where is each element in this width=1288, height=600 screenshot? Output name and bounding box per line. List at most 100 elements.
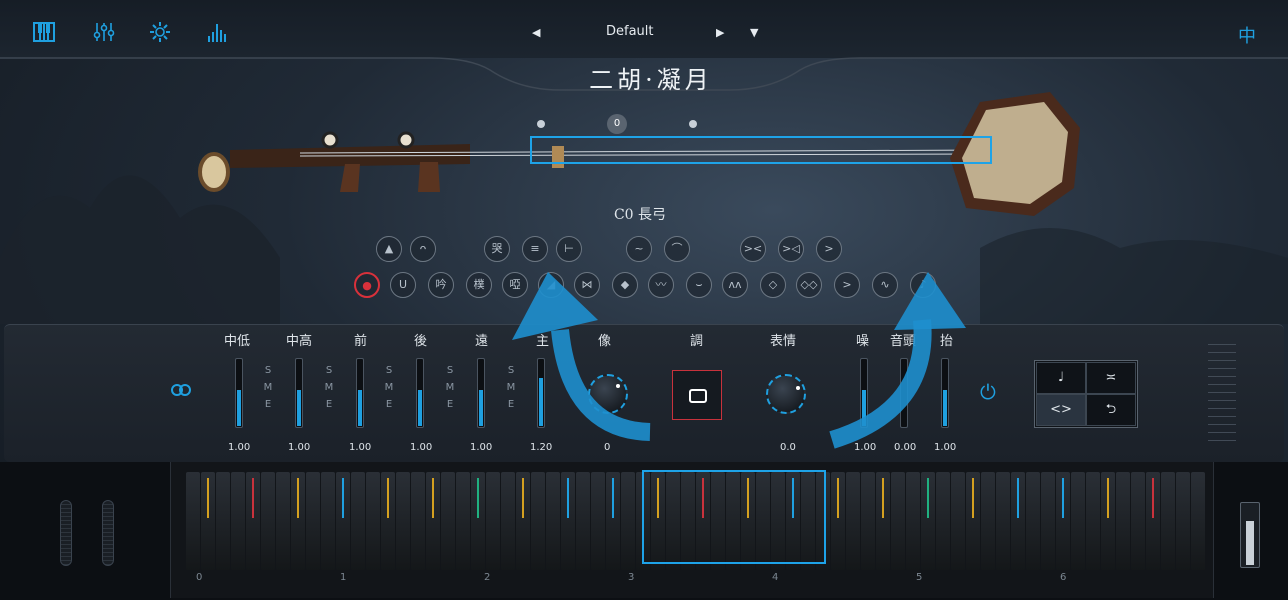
- piano-key[interactable]: [1071, 472, 1085, 570]
- sme-buttons-mid-high[interactable]: SME: [323, 362, 335, 413]
- mixer-icon[interactable]: [92, 20, 116, 44]
- preset-next-button[interactable]: ▶: [716, 26, 724, 39]
- piano-key[interactable]: [531, 472, 545, 570]
- art-short-button[interactable]: ◢: [538, 272, 564, 298]
- octave-dot-left[interactable]: [537, 120, 545, 128]
- piano-key[interactable]: [576, 472, 590, 570]
- piano-key[interactable]: [891, 472, 905, 570]
- piano-key[interactable]: [231, 472, 245, 570]
- piano-key[interactable]: [906, 472, 920, 570]
- art-tremolo-button[interactable]: ≡: [522, 236, 548, 262]
- piano-key[interactable]: [456, 472, 470, 570]
- piano-key[interactable]: [951, 472, 965, 570]
- e-button[interactable]: E: [383, 396, 395, 413]
- e-button[interactable]: E: [262, 396, 274, 413]
- piano-key[interactable]: [1161, 472, 1175, 570]
- piano-key[interactable]: [216, 472, 230, 570]
- fader-back[interactable]: [416, 358, 424, 428]
- e-button[interactable]: E: [444, 396, 456, 413]
- repeat-mode-button[interactable]: ⮌: [1086, 394, 1136, 426]
- art-dyn-button[interactable]: ◇: [760, 272, 786, 298]
- fader-noise[interactable]: [860, 358, 868, 428]
- art-stop-button[interactable]: ⊢: [556, 236, 582, 262]
- s-button[interactable]: S: [323, 362, 335, 379]
- piano-key[interactable]: [621, 472, 635, 570]
- piano-key[interactable]: [186, 472, 200, 570]
- art-turn-button[interactable]: U: [390, 272, 416, 298]
- m-button[interactable]: M: [383, 379, 395, 396]
- piano-key[interactable]: [591, 472, 605, 570]
- m-button[interactable]: M: [323, 379, 335, 396]
- art-grace-button[interactable]: ♪: [910, 272, 936, 298]
- fader-mid-low[interactable]: [235, 358, 243, 428]
- fader-mid-high[interactable]: [295, 358, 303, 428]
- e-button[interactable]: E: [505, 396, 517, 413]
- s-button[interactable]: S: [262, 362, 274, 379]
- fader-main[interactable]: [537, 358, 545, 428]
- art-swell-button[interactable]: >◁: [778, 236, 804, 262]
- art-vib-button[interactable]: 〰: [648, 272, 674, 298]
- art-cry-button[interactable]: 哭: [484, 236, 510, 262]
- art-trill-button[interactable]: ◆: [612, 272, 638, 298]
- piano-key[interactable]: [411, 472, 425, 570]
- sustain-pedal[interactable]: [1240, 502, 1260, 568]
- sme-buttons-far[interactable]: SME: [505, 362, 517, 413]
- octave-shift-indicator[interactable]: 0: [607, 114, 627, 134]
- art-mute-button[interactable]: 啞: [502, 272, 528, 298]
- piano-key[interactable]: [396, 472, 410, 570]
- piano-key[interactable]: [351, 472, 365, 570]
- fader-far[interactable]: [477, 358, 485, 428]
- art-cresc-button[interactable]: ><: [740, 236, 766, 262]
- expression-knob[interactable]: [766, 374, 806, 414]
- e-button[interactable]: E: [323, 396, 335, 413]
- m-button[interactable]: M: [505, 379, 517, 396]
- art-slide-down-button[interactable]: ~: [626, 236, 652, 262]
- art-up-button[interactable]: ▲: [376, 236, 402, 262]
- art-decresc-button[interactable]: >: [834, 272, 860, 298]
- s-button[interactable]: S: [505, 362, 517, 379]
- string-range-selection[interactable]: [530, 136, 992, 164]
- fader-front[interactable]: [356, 358, 364, 428]
- art-slide-up-button[interactable]: ⌒: [664, 236, 690, 262]
- sme-buttons-mid-low[interactable]: SME: [262, 362, 274, 413]
- playable-range-selection[interactable]: [642, 470, 826, 564]
- art-sing-button[interactable]: 吟: [428, 272, 454, 298]
- piano-key[interactable]: [1041, 472, 1055, 570]
- piano-key[interactable]: [366, 472, 380, 570]
- dynamic-mode-button[interactable]: <>: [1036, 394, 1086, 426]
- fader-lift[interactable]: [941, 358, 949, 428]
- piano-key[interactable]: [441, 472, 455, 570]
- power-icon[interactable]: ⏻: [980, 380, 996, 404]
- piano-key[interactable]: [321, 472, 335, 570]
- image-knob[interactable]: [588, 374, 628, 414]
- octave-dot-right[interactable]: [689, 120, 697, 128]
- s-button[interactable]: S: [383, 362, 395, 379]
- art-record-button[interactable]: ●: [354, 272, 380, 298]
- piano-key[interactable]: [276, 472, 290, 570]
- piano-key[interactable]: [501, 472, 515, 570]
- mod-wheel[interactable]: [102, 500, 114, 566]
- art-dip-button[interactable]: ⌣: [686, 272, 712, 298]
- art-bound-button[interactable]: ⋈: [574, 272, 600, 298]
- preset-prev-button[interactable]: ◀: [532, 26, 540, 39]
- piano-key[interactable]: [1086, 472, 1100, 570]
- legato-mode-button[interactable]: ≍: [1086, 362, 1136, 394]
- piano-key[interactable]: [861, 472, 875, 570]
- direction-button[interactable]: [672, 370, 722, 420]
- piano-key[interactable]: [486, 472, 500, 570]
- art-trem2-button[interactable]: ∿: [872, 272, 898, 298]
- piano-key[interactable]: [1026, 472, 1040, 570]
- piano-key[interactable]: [846, 472, 860, 570]
- pitch-wheel[interactable]: [60, 500, 72, 566]
- preset-name[interactable]: Default: [606, 24, 654, 39]
- sme-buttons-back[interactable]: SME: [444, 362, 456, 413]
- art-mood-button[interactable]: 樸: [466, 272, 492, 298]
- note-mode-button[interactable]: ♩: [1036, 362, 1086, 394]
- sme-buttons-front[interactable]: SME: [383, 362, 395, 413]
- piano-key[interactable]: [261, 472, 275, 570]
- art-wave-button[interactable]: ᴧᴧ: [722, 272, 748, 298]
- link-icon[interactable]: [170, 382, 192, 401]
- piano-key[interactable]: [1191, 472, 1205, 570]
- spectrum-icon[interactable]: [206, 20, 230, 44]
- preset-menu-button[interactable]: ▼: [750, 26, 758, 39]
